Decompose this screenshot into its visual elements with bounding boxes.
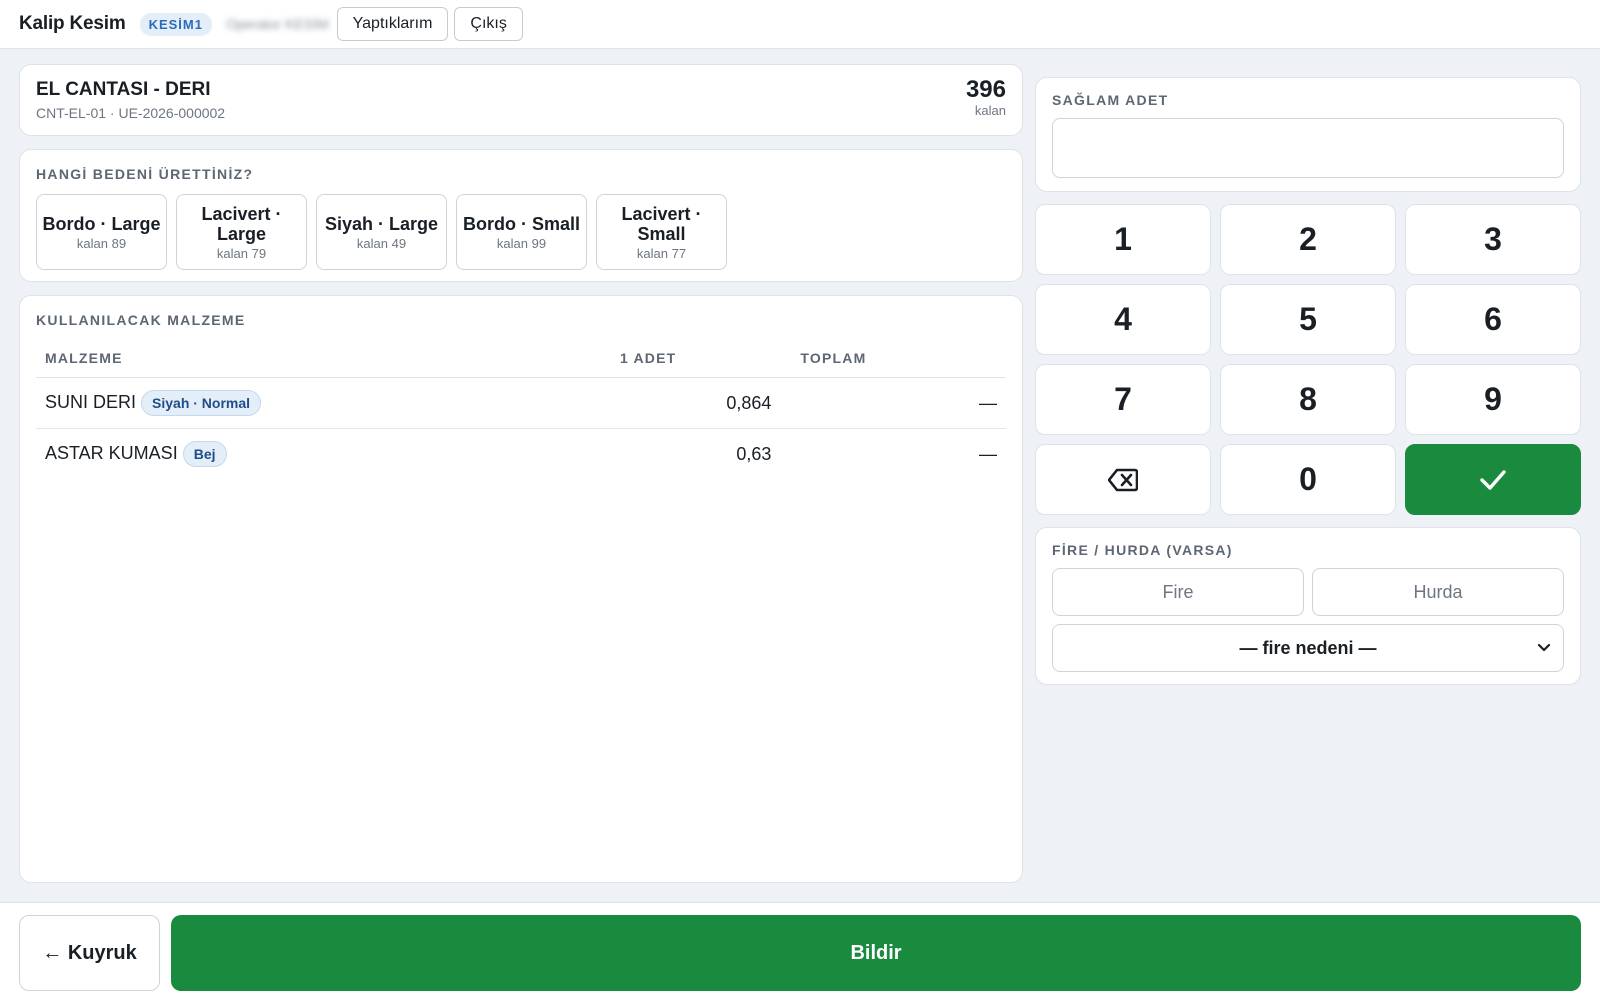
- size-option-remaining: kalan 99: [496, 235, 547, 251]
- material-variant-tag: Bej: [182, 441, 227, 467]
- logout-button[interactable]: Çıkış: [454, 7, 523, 41]
- size-option-lacivert-large[interactable]: Lacivert · Large kalan 79: [176, 194, 307, 270]
- fire-input[interactable]: [1052, 568, 1304, 616]
- scrap-card: FİRE / HURDA (VARSA) — fire nedeni —: [1035, 527, 1581, 685]
- material-total: —: [979, 443, 997, 464]
- material-per-unit: 0,864: [559, 377, 781, 429]
- key-6[interactable]: 6: [1405, 284, 1581, 355]
- remaining-count: 396 kalan: [965, 76, 1006, 119]
- quantity-label: SAĞLAM ADET: [1052, 92, 1169, 108]
- col-header-material: MALZEME: [36, 342, 560, 378]
- size-option-remaining: kalan 49: [356, 235, 407, 251]
- materials-card: KULLANILACAK MALZEME MALZEME 1 ADET TOPL…: [19, 295, 1023, 883]
- quantity-card: SAĞLAM ADET: [1035, 77, 1581, 192]
- size-option-remaining: kalan 77: [636, 245, 687, 261]
- key-2[interactable]: 2: [1220, 204, 1396, 275]
- scrap-inputs: [1052, 568, 1564, 616]
- app-title: Kalip Kesim: [19, 13, 126, 34]
- submit-report-button[interactable]: Bildir: [171, 915, 1581, 991]
- size-option-name: Bordo · Small: [462, 213, 580, 234]
- backspace-icon: [1108, 468, 1138, 491]
- good-quantity-input[interactable]: [1052, 118, 1564, 178]
- back-to-queue-button[interactable]: ← Kuyruk: [19, 915, 160, 991]
- confirm-button[interactable]: [1405, 444, 1581, 515]
- fire-reason-value: — fire nedeni —: [1239, 637, 1377, 658]
- hurda-input[interactable]: [1312, 568, 1564, 616]
- numeric-keypad: 1 2 3 4 5 6 7 8 9 0: [1035, 204, 1581, 515]
- size-option-name: Lacivert · Small: [621, 203, 702, 244]
- chevron-down-icon: [1537, 643, 1551, 652]
- remaining-number: 396: [965, 76, 1006, 103]
- materials-header-row: MALZEME 1 ADET TOPLAM: [36, 342, 1006, 378]
- remaining-label: kalan: [974, 103, 1006, 118]
- materials-table: MALZEME 1 ADET TOPLAM SUNI DERI Siyah · N…: [36, 342, 1006, 479]
- fire-reason-select[interactable]: — fire nedeni —: [1052, 624, 1564, 672]
- size-option-siyah-large[interactable]: Siyah · Large kalan 49: [316, 194, 447, 270]
- key-9[interactable]: 9: [1405, 364, 1581, 435]
- key-0[interactable]: 0: [1220, 444, 1396, 515]
- station-badge: KESİM1: [139, 12, 212, 36]
- product-code: CNT-EL-01 · UE-2026-000002: [36, 105, 226, 121]
- size-section-label: HANGİ BEDENİ ÜRETTİNİZ?: [36, 166, 254, 182]
- key-5[interactable]: 5: [1220, 284, 1396, 355]
- key-1[interactable]: 1: [1035, 204, 1211, 275]
- size-option-name: Siyah · Large: [324, 213, 439, 234]
- my-work-button[interactable]: Yaptıklarım: [336, 7, 449, 41]
- material-cell: SUNI DERI Siyah · Normal: [36, 377, 560, 429]
- size-option-remaining: kalan 89: [76, 235, 127, 251]
- size-options: Bordo · Large kalan 89 Lacivert · Large …: [36, 194, 1006, 270]
- size-option-remaining: kalan 79: [216, 245, 267, 261]
- material-total: —: [780, 377, 1006, 429]
- size-option-name: Lacivert · Large: [201, 203, 282, 244]
- materials-section-label: KULLANILACAK MALZEME: [36, 312, 246, 328]
- backspace-button[interactable]: [1035, 444, 1211, 515]
- size-selection-card: HANGİ BEDENİ ÜRETTİNİZ? Bordo · Large ka…: [19, 149, 1023, 282]
- product-card: EL CANTASI - DERI CNT-EL-01 · UE-2026-00…: [19, 64, 1023, 136]
- key-7[interactable]: 7: [1035, 364, 1211, 435]
- material-variant-tag: Siyah · Normal: [141, 390, 262, 416]
- user-name: Operator KESİM: [225, 16, 329, 32]
- key-3[interactable]: 3: [1405, 204, 1581, 275]
- size-option-bordo-small[interactable]: Bordo · Small kalan 99: [456, 194, 587, 270]
- key-4[interactable]: 4: [1035, 284, 1211, 355]
- table-row: SUNI DERI Siyah · Normal 0,864 —: [36, 377, 1006, 429]
- key-8[interactable]: 8: [1220, 364, 1396, 435]
- material-per-unit: 0,63: [736, 443, 772, 464]
- bottom-bar: ← Kuyruk Bildir: [0, 902, 1600, 1000]
- material-name: ASTAR KUMASI: [45, 442, 178, 463]
- col-header-per-unit: 1 ADET: [559, 342, 781, 378]
- material-name: SUNI DERI: [45, 391, 137, 412]
- scrap-label: FİRE / HURDA (VARSA): [1052, 542, 1233, 558]
- product-name: EL CANTASI - DERI: [36, 79, 211, 100]
- material-cell: ASTAR KUMASI Bej: [36, 429, 560, 480]
- size-option-lacivert-small[interactable]: Lacivert · Small kalan 77: [596, 194, 727, 270]
- checkmark-icon: [1480, 469, 1506, 490]
- size-option-name: Bordo · Large: [42, 213, 161, 234]
- table-row: ASTAR KUMASI Bej 0,63 —: [36, 429, 1006, 480]
- top-header: Kalip Kesim KESİM1 Operator KESİM Yaptık…: [0, 0, 1600, 49]
- size-option-bordo-large[interactable]: Bordo · Large kalan 89: [36, 194, 167, 270]
- col-header-total: TOPLAM: [780, 342, 1006, 378]
